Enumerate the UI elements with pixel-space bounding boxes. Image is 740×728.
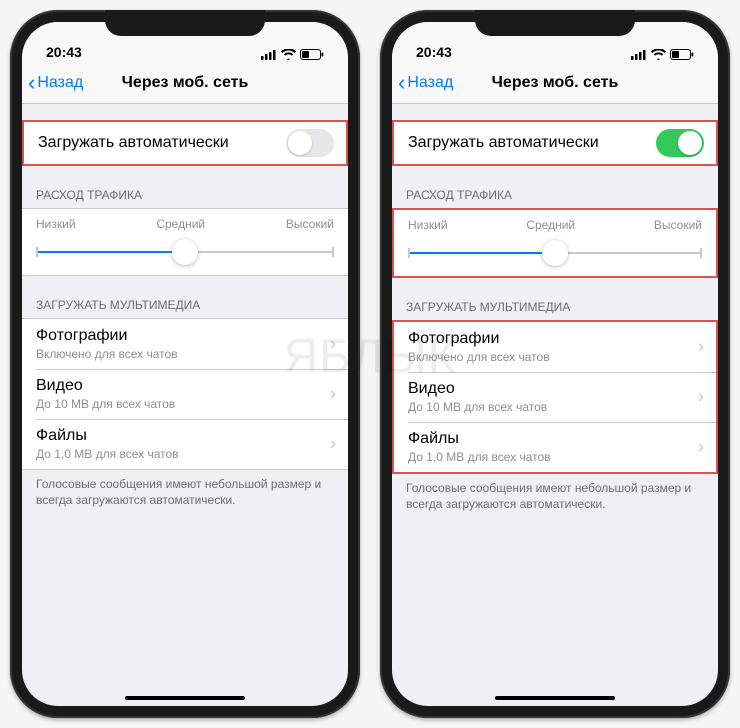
slider-tick-low [408,248,410,258]
slider-label-medium: Средний [526,218,575,232]
back-label: Назад [37,74,83,92]
auto-download-toggle[interactable] [656,129,704,157]
slider-thumb[interactable] [172,239,198,265]
chevron-left-icon: ‹ [28,72,35,94]
auto-download-label: Загружать автоматически [408,134,599,152]
back-button[interactable]: ‹ Назад [22,72,83,94]
battery-icon [300,49,324,60]
status-indicators [261,49,324,60]
slider-fill [36,251,185,253]
media-videos-row[interactable]: Видео До 10 MB для всех чатов › [394,372,716,422]
traffic-group: Низкий Средний Высокий [22,208,348,276]
section-media: ЗАГРУЖАТЬ МУЛЬТИМЕДИА Фотографии Включен… [392,300,718,512]
slider-label-high: Высокий [286,217,334,231]
media-videos-title: Видео [36,377,175,395]
home-indicator[interactable] [125,696,245,700]
slider-fill [408,252,555,254]
chevron-right-icon: › [698,437,704,458]
traffic-slider-row[interactable]: Низкий Средний Высокий [22,209,348,275]
auto-download-group: Загружать автоматически [392,120,718,166]
section-traffic: РАСХОД ТРАФИКА Низкий Средний Высокий [22,188,348,276]
media-photos-title: Фотографии [36,327,178,345]
slider-label-low: Низкий [408,218,448,232]
nav-bar: ‹ Назад Через моб. сеть [22,62,348,104]
media-photos-sub: Включено для всех чатов [36,347,178,361]
media-files-title: Файлы [36,427,179,445]
slider-labels: Низкий Средний Высокий [36,217,334,231]
slider-label-high: Высокий [654,218,702,232]
media-files-row[interactable]: Файлы До 1,0 MB для всех чатов › [22,419,348,469]
status-time: 20:43 [46,44,82,60]
screen-right: 20:43 ‹ Назад Через моб. сеть Загружать … [392,22,718,706]
media-photos-row[interactable]: Фотографии Включено для всех чатов › [394,322,716,372]
media-group: Фотографии Включено для всех чатов › Вид… [22,318,348,470]
phone-left: 20:43 ‹ Назад Через моб. сеть Загружать … [10,10,360,718]
slider-track[interactable] [36,251,334,253]
slider-track[interactable] [408,252,702,254]
auto-download-group: Загружать автоматически [22,120,348,166]
media-videos-sub: До 10 MB для всех чатов [36,397,175,411]
signal-icon [631,49,647,60]
wifi-icon [281,49,296,60]
media-photos-row[interactable]: Фотографии Включено для всех чатов › [22,319,348,369]
media-files-row[interactable]: Файлы До 1,0 MB для всех чатов › [394,422,716,472]
chevron-right-icon: › [698,337,704,358]
slider-tick-high [700,248,702,258]
media-footer: Голосовые сообщения имеют небольшой разм… [392,474,718,512]
auto-download-row[interactable]: Загружать автоматически [394,122,716,164]
section-media: ЗАГРУЖАТЬ МУЛЬТИМЕДИА Фотографии Включен… [22,298,348,508]
media-group: Фотографии Включено для всех чатов › Вид… [392,320,718,474]
traffic-header: РАСХОД ТРАФИКА [22,188,348,208]
slider-label-medium: Средний [156,217,205,231]
screen-left: 20:43 ‹ Назад Через моб. сеть Загружать … [22,22,348,706]
chevron-right-icon: › [698,387,704,408]
chevron-left-icon: ‹ [398,72,405,94]
section-auto-download: Загружать автоматически [392,120,718,166]
signal-icon [261,49,277,60]
back-label: Назад [407,74,453,92]
media-header: ЗАГРУЖАТЬ МУЛЬТИМЕДИА [22,298,348,318]
chevron-right-icon: › [330,384,336,405]
traffic-slider-row[interactable]: Низкий Средний Высокий [394,210,716,276]
media-header: ЗАГРУЖАТЬ МУЛЬТИМЕДИА [392,300,718,320]
slider-labels: Низкий Средний Высокий [408,218,702,232]
slider-tick-low [36,247,38,257]
back-button[interactable]: ‹ Назад [392,72,453,94]
media-videos-title: Видео [408,380,547,398]
media-videos-sub: До 10 MB для всех чатов [408,400,547,414]
media-photos-title: Фотографии [408,330,550,348]
media-files-title: Файлы [408,430,551,448]
nav-bar: ‹ Назад Через моб. сеть [392,62,718,104]
slider-tick-high [332,247,334,257]
chevron-right-icon: › [330,434,336,455]
status-indicators [631,49,694,60]
auto-download-row[interactable]: Загружать автоматически [24,122,346,164]
battery-icon [670,49,694,60]
auto-download-toggle[interactable] [286,129,334,157]
media-files-sub: До 1,0 MB для всех чатов [36,447,179,461]
media-photos-sub: Включено для всех чатов [408,350,550,364]
media-videos-row[interactable]: Видео До 10 MB для всех чатов › [22,369,348,419]
notch [105,10,265,36]
media-footer: Голосовые сообщения имеют небольшой разм… [22,470,348,508]
traffic-header: РАСХОД ТРАФИКА [392,188,718,208]
phone-right: 20:43 ‹ Назад Через моб. сеть Загружать … [380,10,730,718]
traffic-group: Низкий Средний Высокий [392,208,718,278]
slider-thumb[interactable] [542,240,568,266]
slider-label-low: Низкий [36,217,76,231]
home-indicator[interactable] [495,696,615,700]
section-traffic: РАСХОД ТРАФИКА Низкий Средний Высокий [392,188,718,278]
chevron-right-icon: › [330,334,336,355]
notch [475,10,635,36]
status-time: 20:43 [416,44,452,60]
section-auto-download: Загружать автоматически [22,120,348,166]
wifi-icon [651,49,666,60]
media-files-sub: До 1,0 MB для всех чатов [408,450,551,464]
auto-download-label: Загружать автоматически [38,134,229,152]
